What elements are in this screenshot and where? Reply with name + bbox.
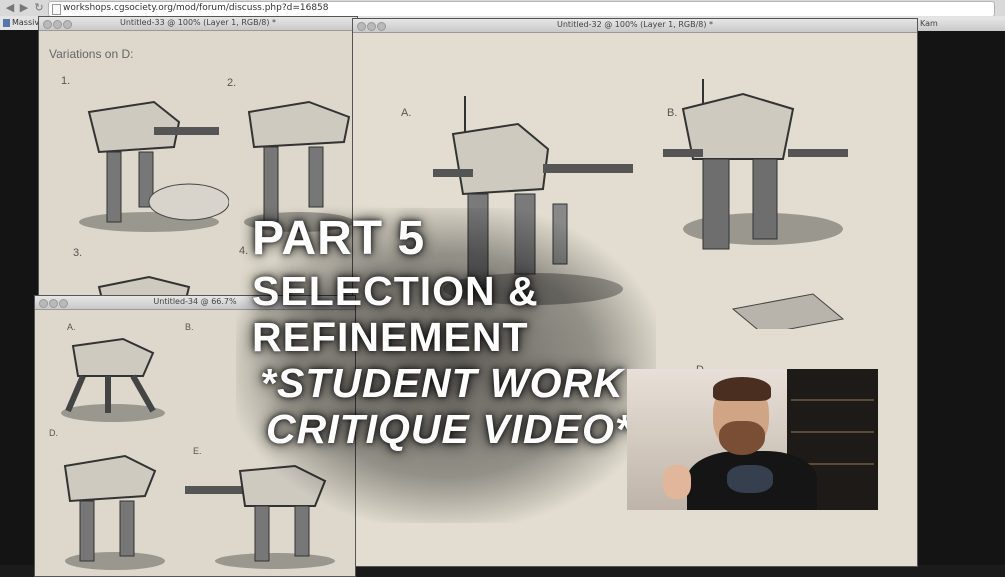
- canvas-label: B.: [185, 322, 194, 332]
- canvas-label: 1.: [61, 75, 71, 87]
- window-titlebar[interactable]: Untitled-33 @ 100% (Layer 1, RGB/8) *: [39, 17, 357, 31]
- window-title: Kam: [920, 19, 938, 28]
- title-line: SELECTION &: [252, 268, 539, 314]
- bookmark-item[interactable]: Massiv: [3, 18, 39, 27]
- title-line: CRITIQUE VIDEO*: [266, 406, 632, 452]
- title-line: REFINEMENT: [252, 314, 529, 360]
- window-title: Untitled-33 @ 100% (Layer 1, RGB/8) *: [119, 18, 277, 27]
- forward-icon[interactable]: ▶: [18, 2, 30, 14]
- canvas-label: D.: [49, 428, 58, 438]
- robot-sketch: [61, 337, 165, 422]
- robot-sketch: [63, 454, 165, 570]
- video-title-overlay: PART 5 SELECTION & REFINEMENT *STUDENT W…: [252, 210, 632, 452]
- canvas-heading: Variations on D:: [49, 47, 134, 61]
- side-window-titlebar[interactable]: Kam: [918, 18, 1005, 31]
- bookmark-icon: [3, 18, 10, 27]
- robot-sketch: [79, 100, 229, 232]
- title-line: PART 5: [252, 212, 426, 265]
- presenter-hair: [713, 377, 771, 401]
- window-titlebar[interactable]: Untitled-32 @ 100% (Layer 1, RGB/8) *: [353, 19, 917, 33]
- webcam-overlay: [627, 369, 878, 510]
- bookmark-label: Massiv: [12, 18, 40, 27]
- window-title: Untitled-32 @ 100% (Layer 1, RGB/8) *: [556, 20, 714, 29]
- shirt-graphic: [727, 465, 773, 493]
- robot-sketch: [663, 79, 848, 329]
- presenter-hand: [663, 465, 691, 499]
- canvas-label: 3.: [73, 247, 83, 259]
- address-text: workshops.cgsociety.org/mod/forum/discus…: [63, 3, 329, 13]
- presenter-beard: [719, 421, 765, 455]
- title-line: *STUDENT WORK: [260, 360, 624, 406]
- page-icon: [52, 4, 61, 15]
- reload-icon[interactable]: ↻: [33, 2, 45, 14]
- canvas-label: E.: [193, 446, 202, 456]
- back-icon[interactable]: ◀: [4, 2, 16, 14]
- address-bar[interactable]: workshops.cgsociety.org/mod/forum/discus…: [48, 1, 995, 17]
- canvas-label: A.: [401, 107, 412, 119]
